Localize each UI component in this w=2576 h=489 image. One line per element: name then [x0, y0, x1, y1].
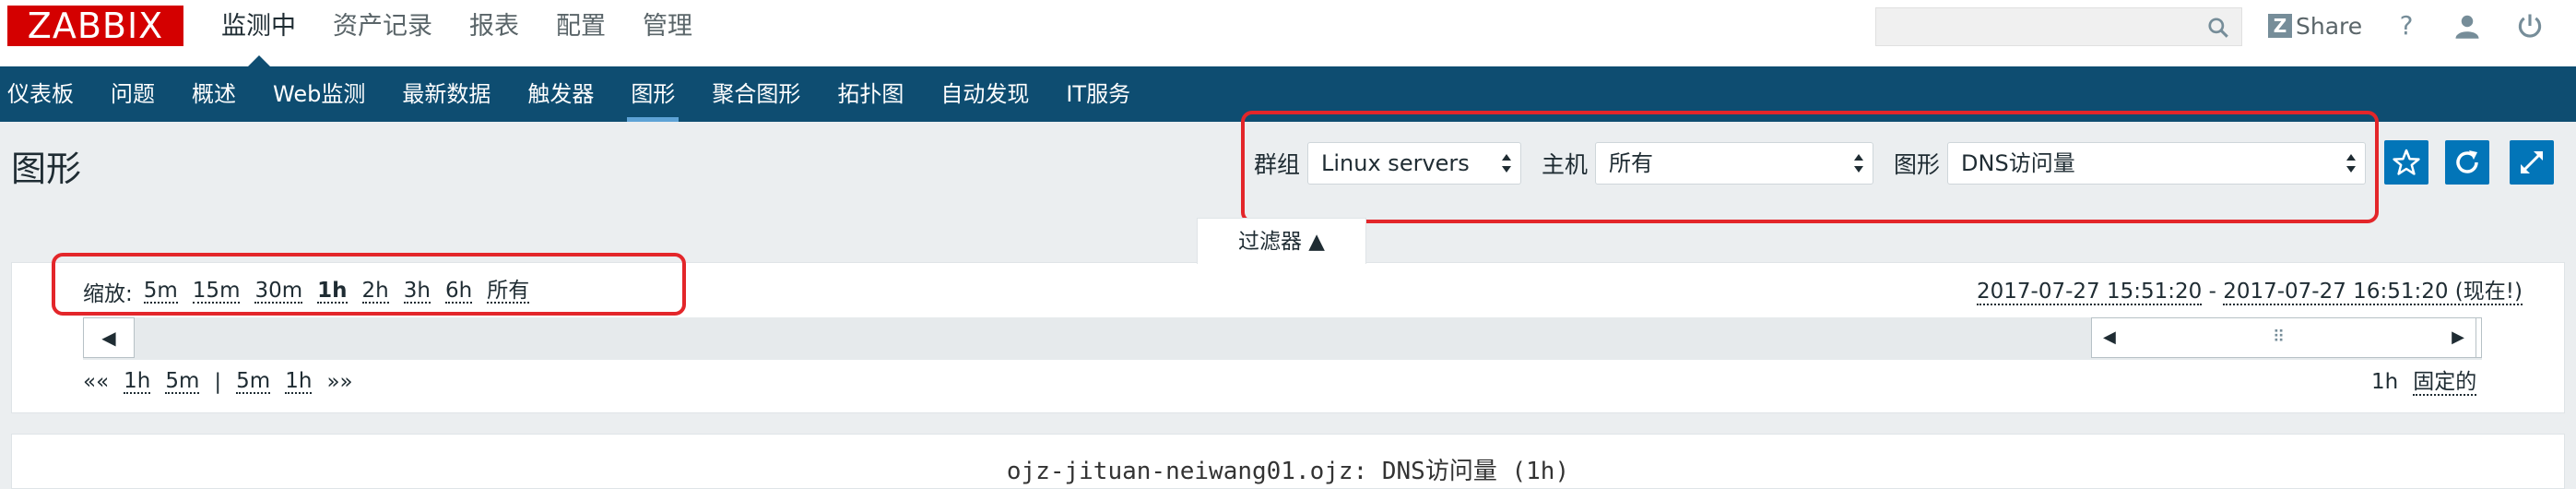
search-icon[interactable]: [2206, 16, 2230, 40]
range-end[interactable]: 2017-07-27 16:51:20 (现在!): [2223, 280, 2523, 305]
sub-menu-item-problems[interactable]: 问题: [92, 66, 173, 122]
filter-toggle-tab[interactable]: 过滤器 ▲: [1197, 218, 1366, 264]
share-label: Share: [2296, 12, 2363, 40]
graph-title: ojz-jituan-neiwang01.ojz: DNS访问量 (1h): [1006, 458, 1570, 485]
period-back-arrows[interactable]: ««: [83, 370, 109, 394]
scroll-left-button[interactable]: ◀: [83, 317, 135, 358]
page-title: 图形: [11, 149, 82, 189]
period-value: 1h: [2371, 370, 2399, 394]
main-menu-item-administration[interactable]: 管理: [624, 0, 711, 55]
share-button[interactable]: Z Share: [2268, 9, 2362, 42]
period-back-5m[interactable]: 5m: [165, 370, 200, 394]
period-separator: |: [214, 370, 222, 394]
sub-menu-item-web[interactable]: Web监测: [254, 66, 384, 122]
refresh-icon: [2456, 150, 2478, 173]
sub-menu-item-it-services[interactable]: IT服务: [1047, 66, 1149, 122]
zabbix-share-icon: Z: [2268, 14, 2292, 38]
fixed-toggle[interactable]: 固定的: [2413, 370, 2477, 396]
fullscreen-icon: [2521, 151, 2543, 173]
zoom-highlight-box: [52, 253, 686, 316]
period-fwd-1h[interactable]: 1h: [285, 370, 313, 394]
period-row: «« 1h 5m | 5m 1h »»: [83, 367, 368, 397]
main-menu: 监测中 资产记录 报表 配置 管理: [203, 0, 711, 66]
sub-menu-item-triggers[interactable]: 触发器: [509, 66, 612, 122]
sub-menu-item-graphs[interactable]: 图形: [612, 66, 693, 122]
top-header: ZABBIX 监测中 资产记录 报表 配置 管理 Z Share ?: [0, 0, 2576, 66]
main-menu-item-reports[interactable]: 报表: [451, 0, 538, 55]
sub-menu-item-screens[interactable]: 聚合图形: [693, 66, 819, 122]
power-icon[interactable]: [2513, 9, 2546, 42]
time-range: 2017-07-27 15:51:20 - 2017-07-27 16:51:2…: [1977, 277, 2523, 306]
user-icon[interactable]: [2451, 9, 2484, 42]
slider-right-handle[interactable]: ▶: [2452, 318, 2464, 357]
fullscreen-button[interactable]: [2510, 140, 2554, 185]
main-menu-item-inventory[interactable]: 资产记录: [314, 0, 451, 55]
sub-menu-item-overview[interactable]: 概述: [173, 66, 254, 122]
star-icon: [2393, 149, 2420, 175]
main-menu-item-monitoring[interactable]: 监测中: [203, 0, 314, 66]
sub-menu-item-maps[interactable]: 拓扑图: [819, 66, 922, 122]
sub-menu-item-discovery[interactable]: 自动发现: [922, 66, 1047, 122]
range-start[interactable]: 2017-07-27 15:51:20: [1977, 280, 2203, 305]
range-separator: -: [2202, 280, 2224, 304]
selector-highlight-box: [1241, 111, 2379, 223]
favorite-button[interactable]: [2384, 140, 2428, 185]
search-input[interactable]: [1876, 8, 2212, 45]
slider-left-handle[interactable]: ◀: [2103, 318, 2116, 357]
refresh-button[interactable]: [2445, 140, 2489, 185]
sub-menu-item-latest-data[interactable]: 最新数据: [384, 66, 509, 122]
period-forward-arrows[interactable]: »»: [326, 370, 352, 394]
timeline-slider[interactable]: ◀ ⠿ ▶: [2091, 317, 2476, 358]
sub-menu-item-dashboard[interactable]: 仪表板: [0, 66, 92, 122]
main-menu-item-configuration[interactable]: 配置: [538, 0, 624, 55]
search-box: [1875, 7, 2242, 46]
zabbix-logo[interactable]: ZABBIX: [7, 6, 183, 46]
period-back-1h[interactable]: 1h: [124, 370, 151, 394]
period-fixed: 1h 固定的: [2371, 367, 2477, 397]
help-icon[interactable]: ?: [2390, 9, 2423, 42]
slider-grip-icon[interactable]: ⠿: [2273, 318, 2285, 357]
period-fwd-5m[interactable]: 5m: [236, 370, 271, 394]
active-caret: [247, 55, 270, 66]
